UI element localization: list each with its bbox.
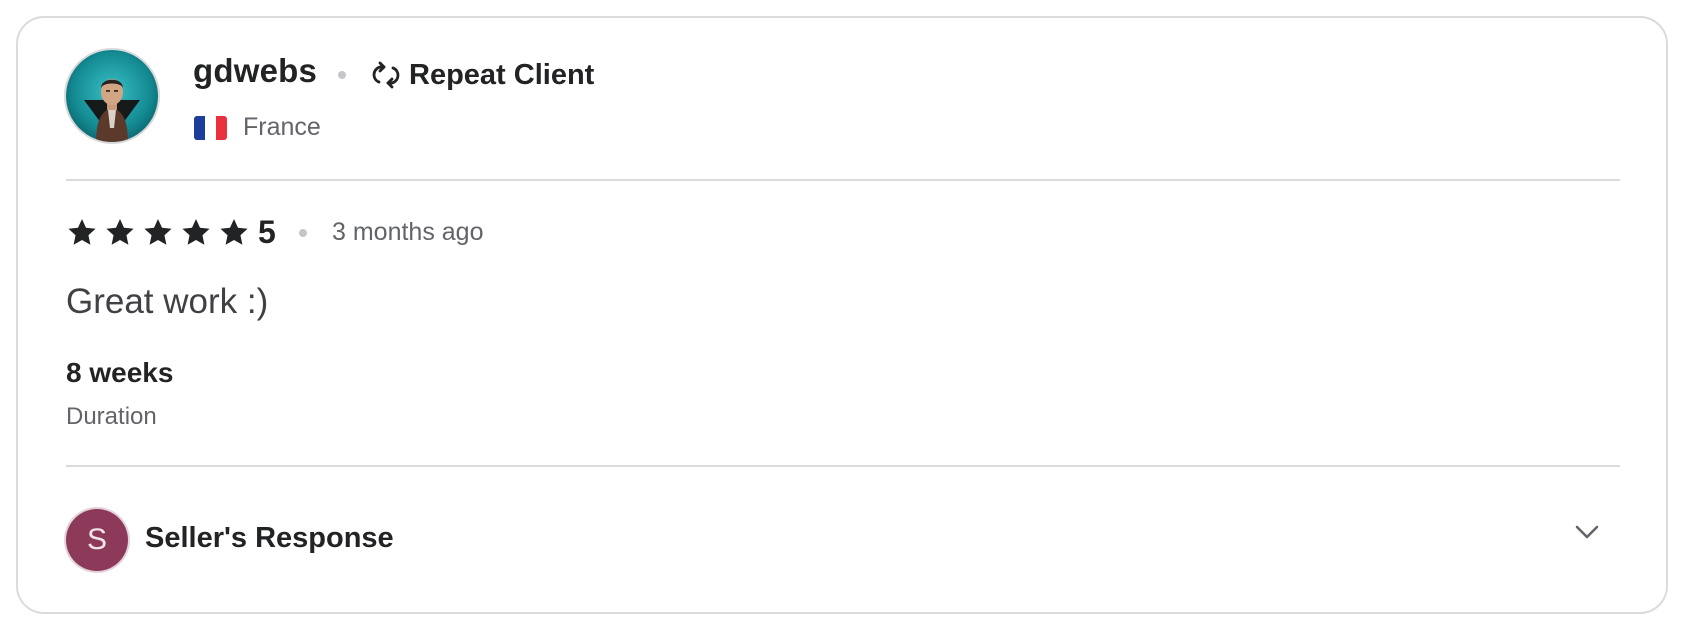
- person-portrait-avatar: [66, 50, 158, 142]
- divider: [66, 465, 1620, 467]
- repeat-client-badge: Repeat Client: [370, 58, 594, 92]
- reviewer-location: France: [194, 113, 321, 142]
- france-flag-icon: [194, 115, 227, 140]
- review-date: 3 months ago: [332, 218, 484, 246]
- star-rating: 5: [66, 214, 276, 250]
- repeat-client-label: Repeat Client: [409, 58, 595, 91]
- chevron-down-icon[interactable]: [1572, 517, 1602, 547]
- rating-value: 5: [258, 213, 276, 250]
- reviewer-username[interactable]: gdwebs: [193, 52, 317, 90]
- star-icon: [68, 218, 96, 245]
- seller-response-label: Seller's Response: [145, 522, 394, 554]
- divider: [66, 179, 1620, 181]
- star-icon: [144, 218, 172, 245]
- review-card: gdwebs Repeat Client France 5 3 months a…: [16, 16, 1668, 614]
- separator-dot: [338, 71, 346, 79]
- duration-label: Duration: [66, 403, 157, 430]
- duration-value: 8 weeks: [66, 357, 174, 388]
- stars-group: [66, 217, 256, 248]
- separator-dot: [299, 229, 307, 237]
- reviewer-avatar[interactable]: [66, 50, 158, 142]
- repeat-icon: [372, 61, 400, 89]
- star-icon: [106, 218, 134, 245]
- star-icon: [220, 218, 248, 245]
- seller-avatar: S: [66, 509, 128, 571]
- star-icon: [182, 218, 210, 245]
- country-name: France: [243, 113, 321, 141]
- review-text: Great work :): [66, 282, 269, 321]
- seller-response-toggle[interactable]: S Seller's Response: [66, 509, 1620, 573]
